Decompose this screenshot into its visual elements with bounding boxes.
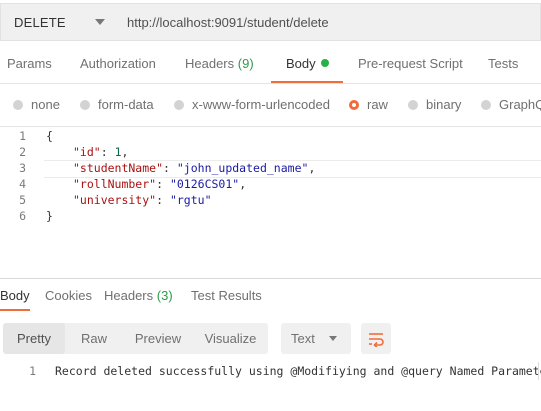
format-label: Text bbox=[291, 331, 315, 346]
line-number: 5 bbox=[19, 193, 26, 207]
radio-raw[interactable]: raw bbox=[349, 97, 388, 112]
tab-headers-label: Headers bbox=[185, 56, 235, 71]
url-input[interactable]: http://localhost:9091/student/delete bbox=[117, 3, 541, 41]
response-divider bbox=[0, 278, 541, 279]
json-value: "0126CS01" bbox=[169, 177, 240, 191]
radio-label: binary bbox=[426, 97, 462, 112]
radio-urlencoded[interactable]: x-www-form-urlencoded bbox=[174, 97, 330, 112]
radio-label: GraphQ bbox=[499, 97, 541, 112]
tab-body-label: Body bbox=[286, 56, 316, 71]
chevron-down-icon bbox=[329, 336, 337, 341]
tab-authorization[interactable]: Authorization bbox=[80, 56, 156, 71]
line-number: 6 bbox=[19, 209, 26, 223]
code-open-brace: { bbox=[46, 129, 53, 143]
divider bbox=[0, 83, 541, 84]
code-line: "id": 1, bbox=[73, 145, 128, 159]
tab-tests[interactable]: Tests bbox=[488, 56, 518, 71]
preview-button[interactable]: Preview bbox=[123, 323, 193, 354]
json-sep: : bbox=[163, 161, 177, 175]
response-headers-count: (3) bbox=[156, 288, 173, 303]
response-body[interactable]: 1 Record deleted successfully using @Mod… bbox=[0, 362, 541, 384]
radio-circle bbox=[408, 99, 418, 110]
radio-circle bbox=[481, 99, 491, 110]
radio-circle bbox=[80, 99, 90, 110]
radio-graphql[interactable]: GraphQ bbox=[481, 97, 541, 112]
line-number: 2 bbox=[19, 145, 26, 159]
radio-label: none bbox=[31, 97, 60, 112]
response-tab-headers-label: Headers bbox=[104, 288, 154, 303]
radio-none[interactable]: none bbox=[13, 97, 60, 112]
request-body-editor[interactable]: 1 2 3 4 5 6 { "id": 1, "studentName": "j… bbox=[0, 126, 541, 226]
chevron-down-icon bbox=[95, 19, 105, 25]
json-key: "studentName" bbox=[73, 161, 164, 175]
status-dot bbox=[320, 59, 329, 67]
json-comma: , bbox=[239, 177, 247, 191]
radio-label: form-data bbox=[98, 97, 154, 112]
response-text: Record deleted successfully using @Modif… bbox=[55, 364, 541, 378]
code-line: "university": "rgtu" bbox=[73, 193, 212, 207]
json-comma: , bbox=[308, 161, 316, 175]
url-text: http://localhost:9091/student/delete bbox=[127, 14, 329, 30]
response-view-mode-group: Pretty Raw Preview Visualize bbox=[3, 323, 268, 354]
wrap-lines-icon bbox=[369, 332, 384, 347]
json-comma: , bbox=[121, 145, 129, 159]
request-tabs: Params Authorization Headers (9) Body Pr… bbox=[0, 56, 541, 84]
response-tab-headers[interactable]: Headers (3) bbox=[104, 288, 173, 303]
radio-form-data[interactable]: form-data bbox=[80, 97, 154, 112]
line-number: 1 bbox=[19, 129, 26, 143]
tab-body[interactable]: Body bbox=[286, 56, 329, 71]
response-tab-cookies[interactable]: Cookies bbox=[45, 288, 92, 303]
json-key: "id" bbox=[73, 145, 101, 159]
line-number: 3 bbox=[19, 161, 26, 175]
tab-headers[interactable]: Headers (9) bbox=[185, 56, 254, 71]
json-value: "john_updated_name" bbox=[176, 161, 309, 175]
radio-circle bbox=[13, 99, 23, 110]
tab-params[interactable]: Params bbox=[7, 56, 52, 71]
visualize-button[interactable]: Visualize bbox=[193, 323, 268, 354]
code-close-brace: } bbox=[46, 209, 53, 223]
method-label: DELETE bbox=[14, 14, 66, 30]
json-value: "rgtu" bbox=[169, 193, 212, 207]
line-number: 1 bbox=[29, 364, 36, 378]
raw-button[interactable]: Raw bbox=[65, 323, 123, 354]
json-sep: : bbox=[156, 193, 170, 207]
active-response-tab-indicator bbox=[0, 309, 30, 311]
response-tab-test-results[interactable]: Test Results bbox=[191, 288, 262, 303]
wrap-lines-button[interactable] bbox=[361, 323, 391, 354]
radio-circle bbox=[174, 99, 184, 110]
radio-binary[interactable]: binary bbox=[408, 97, 461, 112]
response-tab-body[interactable]: Body bbox=[0, 288, 30, 303]
radio-label: x-www-form-urlencoded bbox=[192, 97, 330, 112]
headers-count: (9) bbox=[237, 56, 254, 71]
pretty-button[interactable]: Pretty bbox=[3, 323, 65, 354]
code-line: "studentName": "john_updated_name", bbox=[73, 161, 315, 175]
json-sep: : bbox=[156, 177, 170, 191]
tab-pre-request-script[interactable]: Pre-request Script bbox=[358, 56, 463, 71]
radio-circle-selected bbox=[349, 99, 359, 110]
response-tabs: Body Cookies Headers (3) Test Results bbox=[0, 288, 541, 312]
line-number: 4 bbox=[19, 177, 26, 191]
json-sep: : bbox=[100, 145, 115, 159]
method-select[interactable]: DELETE bbox=[0, 3, 118, 41]
json-key: "rollNumber" bbox=[73, 177, 157, 191]
radio-label: raw bbox=[367, 97, 388, 112]
json-key: "university" bbox=[73, 193, 157, 207]
response-format-select[interactable]: Text bbox=[281, 323, 351, 354]
json-value: 1 bbox=[114, 145, 122, 159]
code-line: "rollNumber": "0126CS01", bbox=[73, 177, 246, 191]
body-type-options: none form-data x-www-form-urlencoded raw… bbox=[0, 97, 541, 117]
